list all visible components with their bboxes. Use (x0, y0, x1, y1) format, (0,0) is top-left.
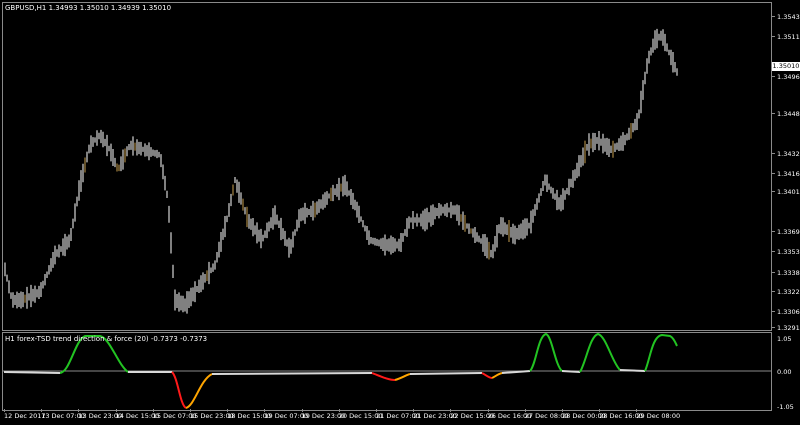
price-axis-tick (772, 191, 775, 192)
indicator-segment (211, 372, 373, 375)
price-axis-tick (772, 16, 775, 17)
indicator-segment (409, 372, 483, 375)
time-axis-tick (190, 409, 191, 412)
time-axis-tick (450, 409, 452, 412)
price-axis-tick (772, 311, 775, 312)
indicator-segment (3, 371, 61, 374)
price-axis-tick (772, 36, 775, 37)
indicator-segment (185, 373, 213, 409)
time-axis-label: 12 Dec 2017 (4, 412, 46, 420)
time-axis-tick (599, 409, 601, 412)
indicator-axis-zero: 0.00 (777, 368, 792, 376)
indicator-segment (394, 373, 411, 381)
price-axis-label: 1.34165 (777, 170, 800, 178)
price-axis-label: 1.34485 (777, 110, 800, 118)
price-axis-label: 1.33380 (777, 269, 800, 277)
indicator-segment (529, 332, 563, 372)
price-axis-label: 1.32910 (777, 324, 800, 332)
mt4-chart-window: GBPUSD,H1 1.34993 1.35010 1.34939 1.3501… (0, 0, 800, 425)
price-axis-tick (772, 173, 775, 174)
time-axis-tick (41, 409, 43, 412)
price-axis-label: 1.35115 (777, 33, 800, 41)
price-axis-label: 1.33535 (777, 248, 800, 256)
price-axis-label: 1.34325 (777, 150, 800, 158)
indicator-segment (644, 333, 678, 372)
time-axis-tick (487, 409, 489, 412)
indicator-axis-bottom: -1.05 (777, 403, 794, 411)
time-axis-tick (524, 409, 526, 412)
price-axis-tick (772, 231, 775, 232)
price-axis-label: 1.35435 (777, 13, 800, 21)
indicator-line (2, 332, 772, 409)
price-axis-label: 1.34960 (777, 73, 800, 81)
indicator-segment (561, 370, 581, 373)
time-axis-label: 29 Dec 08:00 (636, 412, 681, 420)
price-axis-tick (772, 272, 775, 273)
time-axis-tick (115, 409, 117, 412)
price-axis-tick (772, 153, 775, 154)
time-axis-tick (227, 409, 229, 412)
indicator-segment (619, 369, 646, 372)
price-axis-label: 1.33225 (777, 288, 800, 296)
time-axis-tick (338, 409, 340, 412)
price-axis-tick (772, 251, 775, 252)
time-axis-tick (4, 409, 5, 412)
price-axis-tick (772, 113, 775, 114)
indicator-segment (579, 332, 621, 373)
indicator-header: H1 forex-TSD trend direction & force (20… (5, 335, 208, 343)
price-axis-tick (772, 76, 775, 77)
current-price-tag: 1.35010 (772, 62, 800, 71)
time-axis-tick (562, 409, 563, 412)
price-axis-tick (772, 291, 775, 292)
time-axis-tick (152, 409, 154, 412)
price-axis-tick (772, 327, 775, 328)
time-axis-tick (301, 409, 303, 412)
price-axis-label: 1.33695 (777, 228, 800, 236)
time-axis-tick (78, 409, 80, 412)
price-axis-label: 1.34010 (777, 188, 800, 196)
indicator-segment (171, 371, 187, 409)
price-axis-label: 1.33065 (777, 308, 800, 316)
indicator-axis-top: 1.05 (777, 335, 792, 343)
indicator-segment (491, 372, 503, 379)
time-axis-tick (376, 409, 377, 412)
indicator-segment (481, 372, 493, 379)
time-axis-tick (413, 409, 415, 412)
indicator-segment (371, 372, 396, 381)
time-axis-tick (636, 409, 638, 412)
time-axis-tick (264, 409, 266, 412)
chart-header: GBPUSD,H1 1.34993 1.35010 1.34939 1.3501… (5, 4, 172, 12)
